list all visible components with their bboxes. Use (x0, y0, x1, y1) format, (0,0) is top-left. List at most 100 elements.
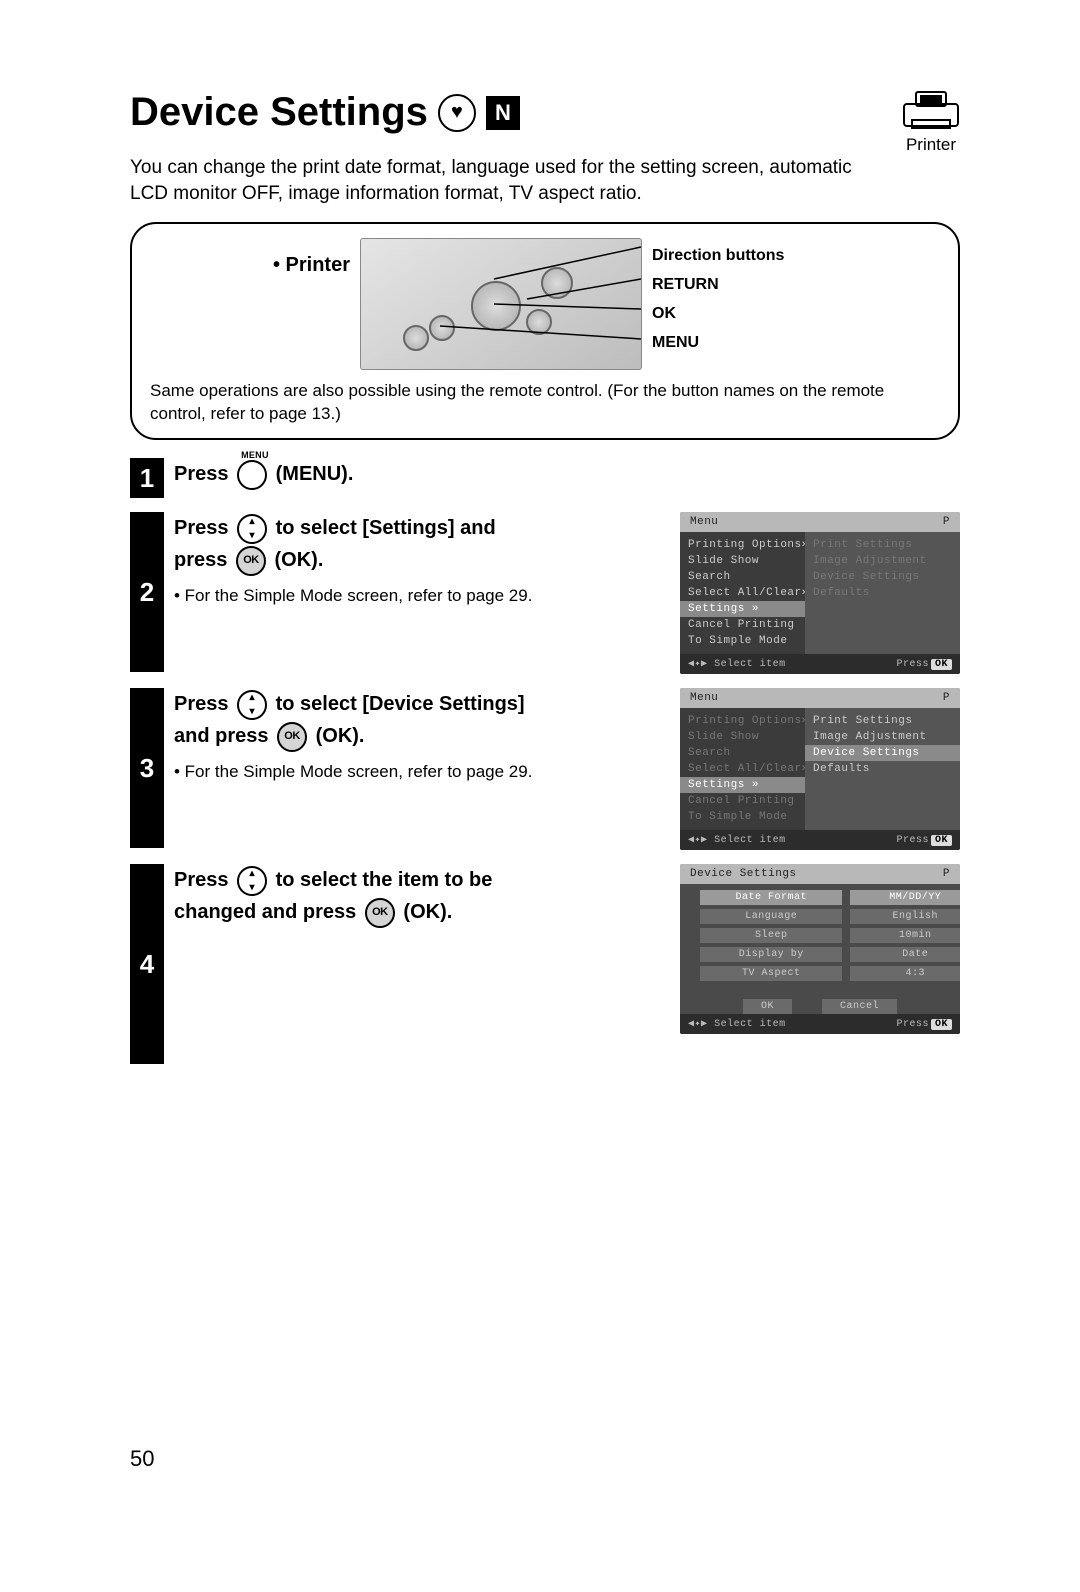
updown-icon (237, 514, 267, 544)
page-title: Device Settings ♥ N (130, 90, 520, 135)
menu-right-item: Defaults (805, 585, 960, 601)
menu-left-item: Select All/Clear» (680, 761, 805, 777)
step-3-sub: • For the Simple Mode screen, refer to p… (174, 762, 534, 782)
text: Press (174, 869, 229, 891)
printer-panel: • Printer Direction buttons RETURN OK ME (130, 222, 960, 440)
menu-left-item: Slide Show (680, 729, 805, 745)
ok-button-icon: OK (277, 722, 307, 752)
settings-row: Display by Date (700, 947, 960, 962)
panel-printer-heading: • Printer (150, 238, 350, 370)
step-3: 3 Press to select [Device Settings] and … (130, 688, 960, 850)
menu-right-item: Defaults (805, 761, 960, 777)
settings-value: MM/DD/YY (850, 890, 960, 905)
text: to select [Device Settings] (276, 693, 525, 715)
menu-left-item: Printing Options» (680, 713, 805, 729)
page-header: Device Settings ♥ N Printer (130, 90, 960, 155)
callout-menu: MENU (652, 329, 784, 358)
text: Press (174, 463, 229, 485)
callout-ok: OK (652, 300, 784, 329)
settings-row: Date Format MM/DD/YY (700, 890, 960, 905)
step-number: 3 (130, 688, 164, 848)
printer-icon (902, 90, 960, 130)
settings-label: Sleep (700, 928, 842, 943)
settings-value: 10min (850, 928, 960, 943)
ok-button-icon: OK (365, 898, 395, 928)
step-1: 1 Press MENU (MENU). (130, 458, 960, 498)
step-number: 2 (130, 512, 164, 672)
text: press (174, 549, 227, 571)
settings-value: English (850, 909, 960, 924)
menu-left-item: Settings » (680, 601, 805, 617)
step-2-sub: • For the Simple Mode screen, refer to p… (174, 586, 534, 606)
printer-icon-block: Printer (902, 90, 960, 155)
page-number: 50 (130, 1446, 154, 1472)
text: Press (174, 693, 229, 715)
menu-label-tiny: MENU (241, 448, 269, 462)
menu-left-item: To Simple Mode (680, 633, 805, 649)
settings-label: Display by (700, 947, 842, 962)
step-3-text: Press to select [Device Settings] and pr… (174, 688, 534, 752)
panel-note: Same operations are also possible using … (150, 380, 940, 426)
menu-left-item: Printing Options» (680, 537, 805, 553)
settings-row: TV Aspect 4:3 (700, 966, 960, 981)
menu-right-item: Print Settings (805, 713, 960, 729)
text: to select the item to be (276, 869, 493, 891)
ss-title: Menu (690, 692, 718, 704)
updown-icon (237, 690, 267, 720)
text: changed and press (174, 901, 356, 923)
menu-button-icon: MENU (237, 460, 267, 490)
ok-button-icon: OK (236, 546, 266, 576)
text: Press (174, 517, 229, 539)
n-badge-icon: N (486, 96, 520, 130)
updown-icon (237, 866, 267, 896)
settings-label: TV Aspect (700, 966, 842, 981)
step-2-text: Press to select [Settings] and press OK … (174, 512, 534, 576)
menu-left-item: Slide Show (680, 553, 805, 569)
menu-right-item: Print Settings (805, 537, 960, 553)
step-4-text: Press to select the item to be changed a… (174, 864, 534, 928)
settings-value: 4:3 (850, 966, 960, 981)
screenshot-step-2: MenuP Printing Options»Slide ShowSearchS… (680, 512, 960, 674)
ss-title: Menu (690, 516, 718, 528)
menu-left-item: Search (680, 569, 805, 585)
ss-footer-left: ◀✦▶ Select item (688, 1018, 786, 1030)
callout-direction: Direction buttons (652, 242, 784, 271)
screenshot-step-3: MenuP Printing Options»Slide ShowSearchS… (680, 688, 960, 850)
text: (OK). (403, 901, 452, 923)
p-icon: P (943, 692, 950, 704)
step-2: 2 Press to select [Settings] and press O… (130, 512, 960, 674)
title-text: Device Settings (130, 90, 428, 135)
text: (MENU). (276, 463, 354, 485)
heart-icon: ♥ (438, 94, 476, 132)
printer-label: Printer (902, 135, 960, 155)
callout-return: RETURN (652, 271, 784, 300)
menu-right-item: Image Adjustment (805, 553, 960, 569)
p-icon: P (943, 868, 950, 880)
settings-row: Language English (700, 909, 960, 924)
step-1-text: Press MENU (MENU). (174, 458, 534, 490)
text: and press (174, 725, 268, 747)
ss-title: Device Settings (690, 868, 797, 880)
step-number: 4 (130, 864, 164, 1064)
menu-left-item: To Simple Mode (680, 809, 805, 825)
p-icon: P (943, 516, 950, 528)
text: to select [Settings] and (276, 517, 496, 539)
text: (OK). (316, 725, 365, 747)
ss-footer-right: PressOK (896, 835, 952, 846)
menu-right-item: Device Settings (805, 745, 960, 761)
ss-footer-left: ◀✦▶ Select item (688, 658, 786, 670)
ss-footer-left: ◀✦▶ Select item (688, 834, 786, 846)
menu-left-item: Cancel Printing (680, 617, 805, 633)
settings-label: Date Format (700, 890, 842, 905)
ss-cancel-button: Cancel (822, 999, 897, 1014)
device-photo (360, 238, 642, 370)
ss-footer-right: PressOK (896, 659, 952, 670)
menu-left-item: Settings » (680, 777, 805, 793)
menu-left-item: Select All/Clear» (680, 585, 805, 601)
panel-callouts: Direction buttons RETURN OK MENU (652, 238, 784, 370)
screenshot-step-4: Device Settings P Date Format MM/DD/YY Lang… (680, 864, 960, 1034)
settings-value: Date (850, 947, 960, 962)
settings-label: Language (700, 909, 842, 924)
step-number: 1 (130, 458, 164, 498)
step-4: 4 Press to select the item to be changed… (130, 864, 960, 1064)
